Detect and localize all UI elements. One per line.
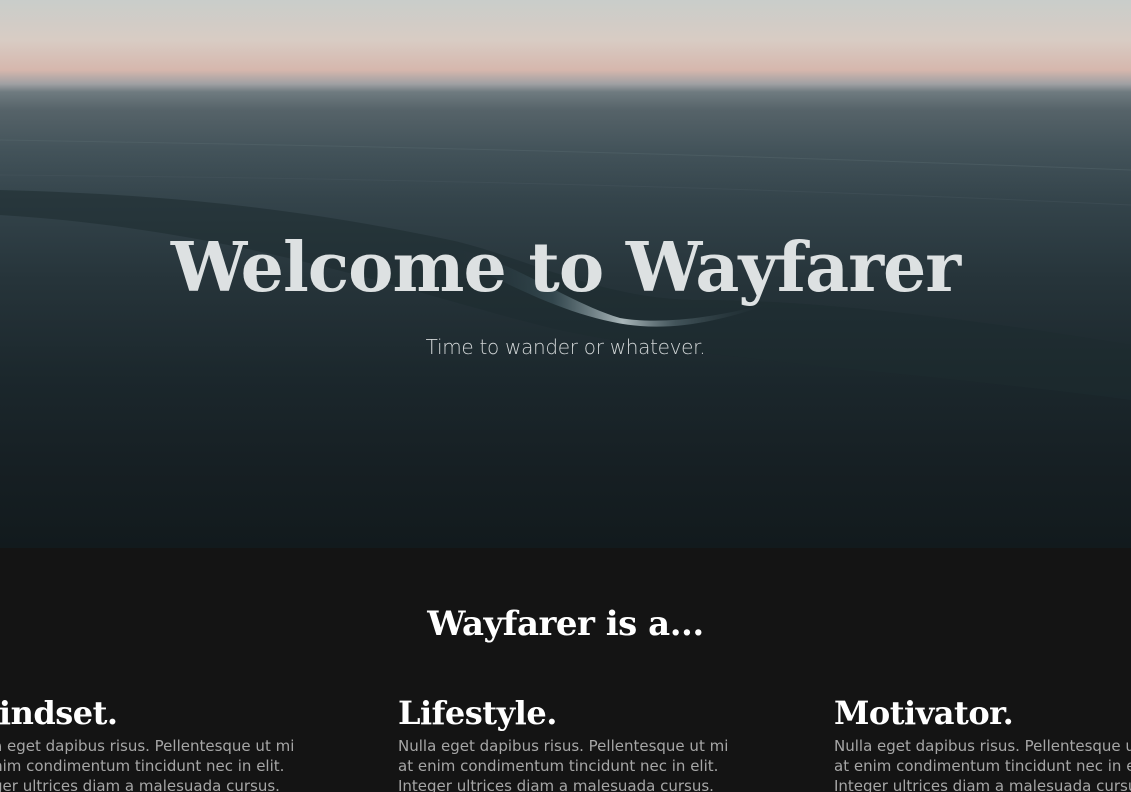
about-section: Wayfarer is a... Mindset. Nulla eget dap…: [0, 548, 1131, 792]
feature-card-lifestyle: Lifestyle. Nulla eget dapibus risus. Pel…: [398, 694, 738, 792]
feature-card-motivator: Motivator. Nulla eget dapibus risus. Pel…: [834, 694, 1131, 792]
feature-card-text: Nulla eget dapibus risus. Pellentesque u…: [834, 736, 1131, 792]
feature-card-title: Mindset.: [0, 694, 118, 732]
feature-card-title: Motivator.: [834, 694, 1014, 732]
about-heading: Wayfarer is a...: [427, 604, 704, 644]
feature-card-line: Nulla eget dapibus risus. Pellentesque u…: [398, 737, 729, 755]
feature-card-line: at enim condimentum tincidunt nec in eli…: [398, 757, 719, 775]
feature-card-line: Nulla eget dapibus risus. Pellentesque u…: [0, 737, 295, 755]
feature-card-line: at enim condimentum tincidunt nec in eli…: [0, 757, 285, 775]
feature-card-text: Nulla eget dapibus risus. Pellentesque u…: [398, 736, 738, 792]
hero-subtitle: Time to wander or whatever.: [425, 335, 706, 359]
feature-card-line: Integer ultrices diam a malesuada cursus…: [398, 777, 714, 792]
feature-card-line: Nulla eget dapibus risus. Pellentesque u…: [834, 737, 1131, 755]
feature-card-mindset: Mindset. Nulla eget dapibus risus. Pelle…: [0, 694, 304, 792]
feature-card-line: Integer ultrices diam a malesuada cursus…: [834, 777, 1131, 792]
feature-card-text: Nulla eget dapibus risus. Pellentesque u…: [0, 736, 304, 792]
hero-title: Welcome to Wayfarer: [170, 228, 961, 308]
feature-card-line: at enim condimentum tincidunt nec in eli…: [834, 757, 1131, 775]
feature-card-line: Integer ultrices diam a malesuada cursus…: [0, 777, 280, 792]
hero-section: Welcome to Wayfarer Time to wander or wh…: [0, 0, 1131, 548]
feature-card-title: Lifestyle.: [398, 694, 557, 732]
